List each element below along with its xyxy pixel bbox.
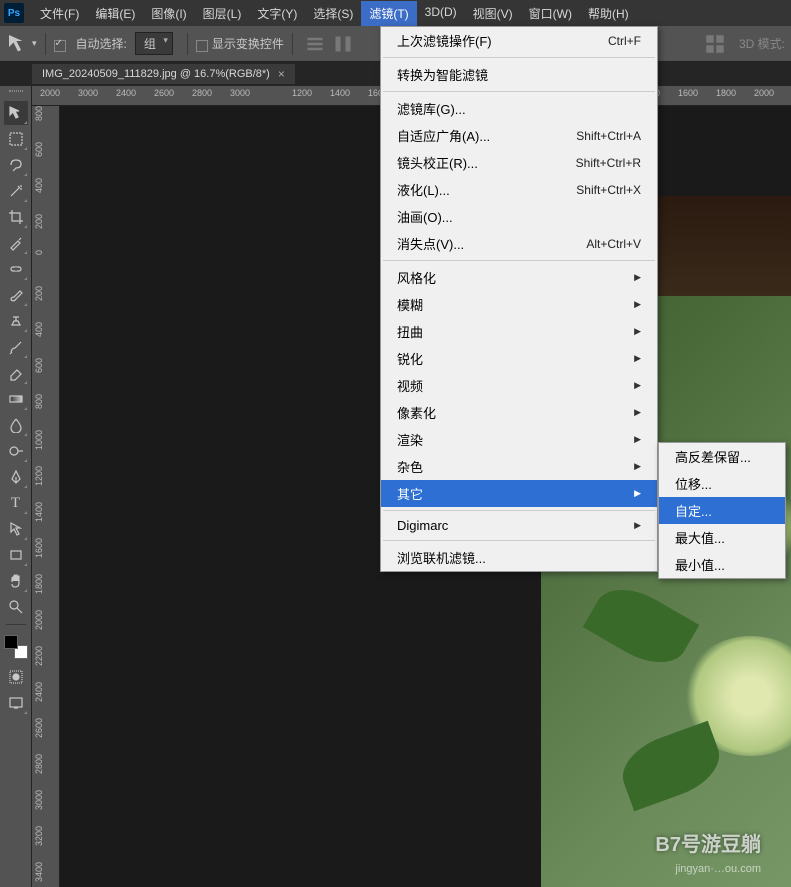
submenu-maximum[interactable]: 最大值... — [659, 524, 785, 551]
menu-filter-gallery[interactable]: 滤镜库(G)... — [381, 95, 657, 122]
zoom-tool[interactable] — [4, 595, 28, 619]
menu-render[interactable]: 渲染▶ — [381, 426, 657, 453]
marquee-tool[interactable] — [4, 127, 28, 151]
submenu-custom[interactable]: 自定... — [659, 497, 785, 524]
vertical-ruler[interactable]: 8006004002000200400600800100012001400160… — [32, 106, 60, 887]
filter-menu-dropdown: 上次滤镜操作(F)Ctrl+F 转换为智能滤镜 滤镜库(G)... 自适应广角(… — [380, 26, 658, 572]
lasso-tool[interactable] — [4, 153, 28, 177]
blur-tool[interactable] — [4, 413, 28, 437]
menu-sharpen[interactable]: 锐化▶ — [381, 345, 657, 372]
quick-mask-tool[interactable] — [4, 665, 28, 689]
menu-browse-filters-online[interactable]: 浏览联机滤镜... — [381, 544, 657, 571]
menu-image[interactable]: 图像(I) — [143, 1, 194, 26]
color-swatches[interactable] — [4, 635, 28, 659]
show-transform-label: 显示变换控件 — [212, 35, 284, 52]
auto-select-dropdown[interactable]: 组 — [135, 32, 173, 55]
menu-stylize[interactable]: 风格化▶ — [381, 264, 657, 291]
submenu-high-pass[interactable]: 高反差保留... — [659, 443, 785, 470]
menu-layer[interactable]: 图层(L) — [195, 1, 250, 26]
brush-tool[interactable] — [4, 283, 28, 307]
menu-vanishing-point[interactable]: 消失点(V)...Alt+Ctrl+V — [381, 230, 657, 257]
3d-mode-label: 3D 模式: — [739, 35, 785, 52]
menu-digimarc[interactable]: Digimarc▶ — [381, 514, 657, 537]
dodge-tool[interactable] — [4, 439, 28, 463]
menu-help[interactable]: 帮助(H) — [580, 1, 637, 26]
foreground-color-swatch[interactable] — [4, 635, 18, 649]
show-transform-checkbox[interactable] — [196, 40, 208, 52]
type-tool[interactable]: T — [4, 491, 28, 515]
submenu-minimum[interactable]: 最小值... — [659, 551, 785, 578]
menu-blur[interactable]: 模糊▶ — [381, 291, 657, 318]
eyedropper-tool[interactable] — [4, 231, 28, 255]
menu-other[interactable]: 其它▶ — [381, 480, 657, 507]
menu-last-filter[interactable]: 上次滤镜操作(F)Ctrl+F — [381, 27, 657, 54]
close-tab-icon[interactable]: × — [278, 67, 285, 81]
crop-tool[interactable] — [4, 205, 28, 229]
menu-select[interactable]: 选择(S) — [305, 1, 361, 26]
document-tab[interactable]: IMG_20240509_111829.jpg @ 16.7%(RGB/8*) … — [32, 64, 295, 84]
menu-liquify[interactable]: 液化(L)...Shift+Ctrl+X — [381, 176, 657, 203]
hand-tool[interactable] — [4, 569, 28, 593]
move-tool-icon[interactable] — [6, 32, 30, 56]
panel-grip[interactable] — [6, 90, 26, 96]
path-selection-tool[interactable] — [4, 517, 28, 541]
screen-mode-tool[interactable] — [4, 691, 28, 715]
menu-video[interactable]: 视频▶ — [381, 372, 657, 399]
align-icon-1[interactable] — [305, 34, 325, 54]
clone-stamp-tool[interactable] — [4, 309, 28, 333]
gradient-tool[interactable] — [4, 387, 28, 411]
menu-3d[interactable]: 3D(D) — [417, 1, 465, 26]
magic-wand-tool[interactable] — [4, 179, 28, 203]
menu-window[interactable]: 窗口(W) — [521, 1, 580, 26]
menu-adaptive-wide-angle[interactable]: 自适应广角(A)...Shift+Ctrl+A — [381, 122, 657, 149]
history-brush-tool[interactable] — [4, 335, 28, 359]
menu-filter[interactable]: 滤镜(T) — [361, 1, 416, 26]
menu-bar: Ps 文件(F) 编辑(E) 图像(I) 图层(L) 文字(Y) 选择(S) 滤… — [0, 0, 791, 26]
tools-panel: T — [0, 86, 32, 887]
app-logo: Ps — [4, 3, 24, 23]
menu-view[interactable]: 视图(V) — [465, 1, 521, 26]
pen-tool[interactable] — [4, 465, 28, 489]
menu-oil-paint[interactable]: 油画(O)... — [381, 203, 657, 230]
menu-pixelate[interactable]: 像素化▶ — [381, 399, 657, 426]
menu-file[interactable]: 文件(F) — [32, 1, 87, 26]
menu-type[interactable]: 文字(Y) — [249, 1, 305, 26]
watermark-subtext: jingyan·…ou.com — [675, 863, 761, 875]
menu-lens-correction[interactable]: 镜头校正(R)...Shift+Ctrl+R — [381, 149, 657, 176]
other-submenu: 高反差保留... 位移... 自定... 最大值... 最小值... — [658, 442, 786, 579]
watermark-text: B7号游豆躺 — [655, 828, 761, 857]
auto-select-checkbox[interactable] — [54, 40, 66, 52]
menu-noise[interactable]: 杂色▶ — [381, 453, 657, 480]
arrange-icon[interactable] — [705, 34, 725, 54]
eraser-tool[interactable] — [4, 361, 28, 385]
menu-distort[interactable]: 扭曲▶ — [381, 318, 657, 345]
menu-edit[interactable]: 编辑(E) — [87, 1, 143, 26]
menu-convert-smart-filter[interactable]: 转换为智能滤镜 — [381, 61, 657, 88]
align-icon-2[interactable] — [333, 34, 353, 54]
submenu-offset[interactable]: 位移... — [659, 470, 785, 497]
healing-brush-tool[interactable] — [4, 257, 28, 281]
auto-select-label: 自动选择: — [76, 35, 127, 52]
document-title: IMG_20240509_111829.jpg @ 16.7%(RGB/8*) — [42, 68, 270, 80]
rectangle-tool[interactable] — [4, 543, 28, 567]
move-tool[interactable] — [4, 101, 28, 125]
